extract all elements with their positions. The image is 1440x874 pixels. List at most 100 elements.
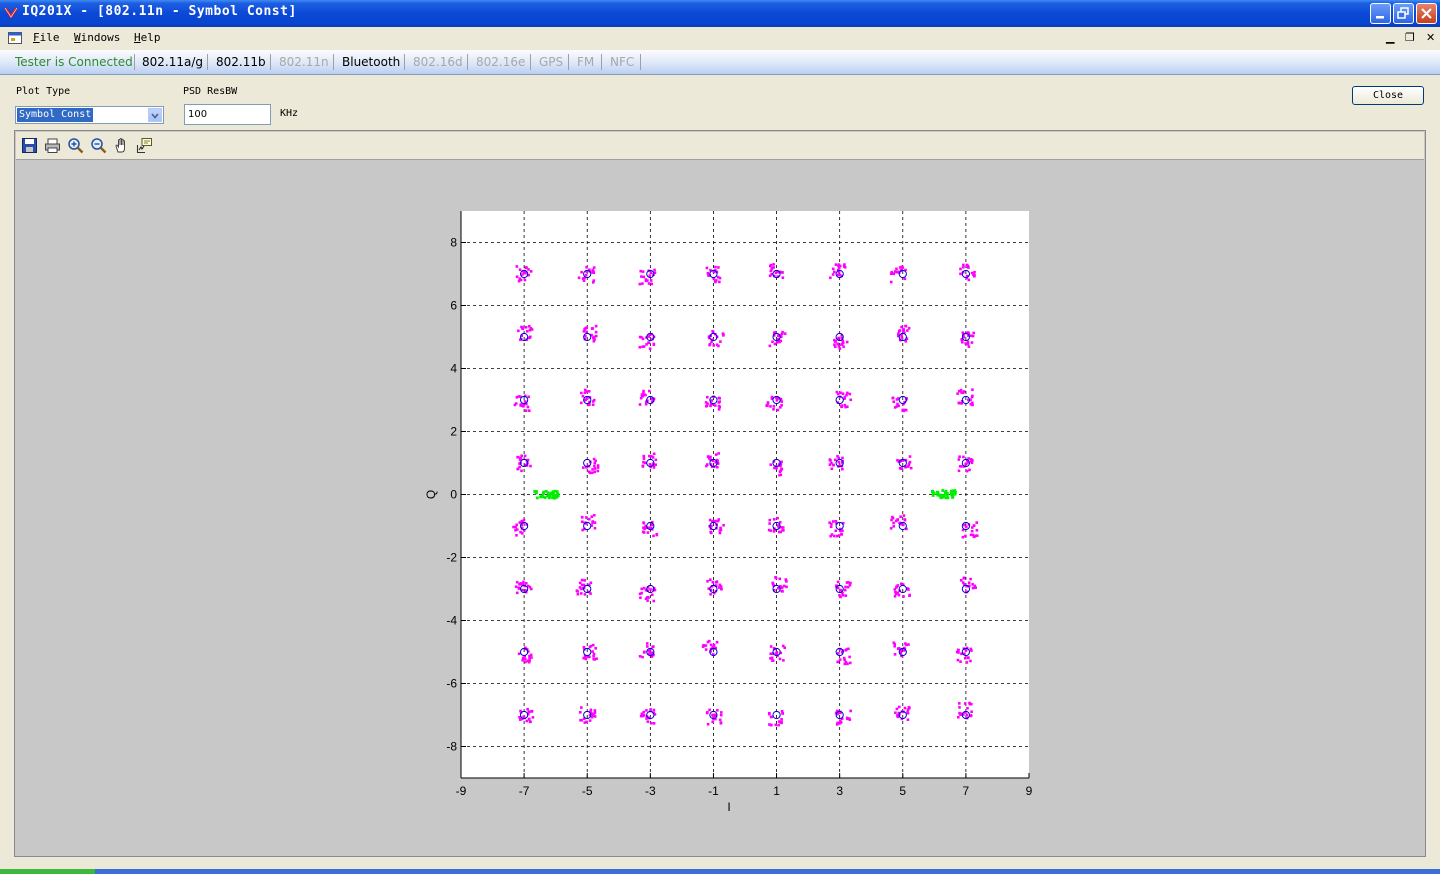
data-point <box>580 719 583 722</box>
data-point <box>596 464 600 467</box>
data-point <box>717 344 720 348</box>
data-point <box>654 458 658 462</box>
data-point <box>654 463 657 467</box>
data-point <box>848 655 851 659</box>
data-point <box>772 407 775 411</box>
data-point <box>592 657 596 661</box>
data-point <box>966 340 970 344</box>
data-point <box>835 534 839 538</box>
data-point <box>642 521 646 525</box>
data-point <box>967 345 971 348</box>
data-point <box>838 347 842 350</box>
data-point <box>592 279 596 282</box>
data-point <box>969 659 972 663</box>
data-point <box>647 282 651 285</box>
data-point <box>639 596 642 600</box>
data-point <box>837 460 841 464</box>
data-point <box>849 398 853 402</box>
data-point <box>523 454 527 458</box>
data-point <box>771 340 774 344</box>
data-point <box>962 263 965 267</box>
data-point <box>706 640 710 644</box>
data-point <box>844 660 848 664</box>
data-point <box>576 590 579 593</box>
data-point <box>515 275 519 279</box>
data-point <box>585 516 588 519</box>
pilot-point <box>555 495 559 499</box>
data-point <box>594 459 597 463</box>
data-point <box>529 653 533 657</box>
data-point <box>719 528 723 532</box>
data-point <box>829 525 833 529</box>
data-point <box>781 644 785 648</box>
pilot-point <box>553 496 556 500</box>
y-tick-label: -2 <box>446 551 457 565</box>
data-point <box>833 270 836 274</box>
data-point <box>709 643 713 647</box>
pilot-point <box>941 489 945 492</box>
y-tick-label: 0 <box>450 488 457 502</box>
data-point <box>515 580 519 584</box>
data-point <box>529 464 532 468</box>
data-point <box>638 345 642 349</box>
data-point <box>520 469 523 473</box>
pilot-point <box>556 492 560 496</box>
data-point <box>581 394 585 398</box>
data-point <box>593 467 597 470</box>
data-point <box>579 401 583 405</box>
y-tick-label: 2 <box>450 425 457 439</box>
y-tick-label: 4 <box>450 362 457 376</box>
data-point <box>587 390 591 393</box>
data-point <box>716 519 720 523</box>
data-point <box>722 523 725 527</box>
data-point <box>593 709 597 712</box>
data-point <box>717 408 721 411</box>
data-point <box>835 390 839 394</box>
data-point <box>523 657 527 661</box>
data-point <box>769 715 773 719</box>
data-point <box>593 470 597 474</box>
data-point <box>714 265 717 269</box>
data-point <box>519 530 522 534</box>
data-point <box>580 706 583 709</box>
data-point <box>649 279 653 282</box>
data-point <box>592 339 596 343</box>
data-point <box>785 579 788 583</box>
data-point <box>836 580 840 584</box>
data-point <box>718 531 722 535</box>
data-point <box>706 710 709 714</box>
data-point <box>578 711 582 714</box>
data-point <box>528 409 531 412</box>
data-point <box>839 719 842 722</box>
data-point <box>717 266 720 269</box>
data-point <box>846 391 849 395</box>
data-point <box>645 709 648 712</box>
data-point <box>957 458 961 461</box>
data-point <box>970 702 973 706</box>
data-point <box>902 409 905 413</box>
data-point <box>590 515 594 519</box>
data-point <box>774 652 778 655</box>
data-point <box>907 326 911 330</box>
data-point <box>515 591 519 595</box>
data-point <box>641 270 645 273</box>
data-point <box>515 534 518 537</box>
data-point <box>842 656 846 660</box>
data-point <box>840 343 843 346</box>
data-point <box>648 347 652 351</box>
data-point <box>639 269 643 273</box>
data-point <box>896 270 900 274</box>
data-point <box>967 581 971 585</box>
data-point <box>838 658 842 661</box>
pilot-point <box>535 496 539 500</box>
data-point <box>959 388 963 392</box>
data-point <box>646 279 649 282</box>
data-point <box>592 266 596 269</box>
data-point <box>593 464 596 468</box>
data-point <box>774 723 778 727</box>
data-point <box>592 654 595 658</box>
data-point <box>519 456 523 460</box>
data-point <box>589 644 593 648</box>
data-point <box>715 640 719 644</box>
data-point <box>595 657 598 660</box>
